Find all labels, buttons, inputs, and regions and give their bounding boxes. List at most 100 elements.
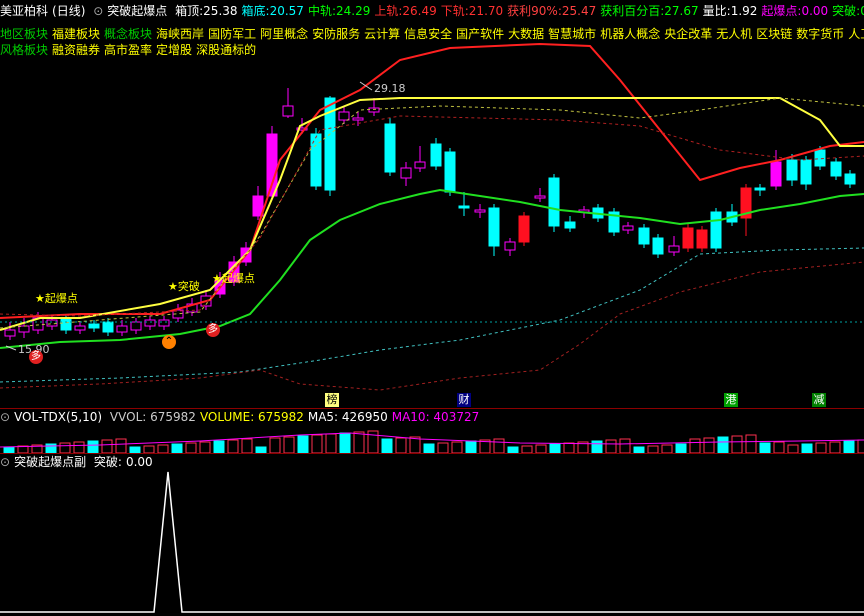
candle-body	[488, 207, 500, 247]
tupo-marker: ★突破	[168, 281, 200, 293]
volume-bar	[787, 444, 799, 453]
volume-bar	[647, 445, 659, 453]
candle-body	[830, 161, 842, 177]
candle-body	[282, 105, 294, 117]
volume-bar	[101, 439, 113, 453]
candle-body	[668, 245, 680, 253]
candle-body	[74, 325, 86, 331]
volume-chart[interactable]	[0, 425, 864, 453]
candle-body	[682, 227, 694, 249]
candle-body	[60, 317, 72, 331]
candle-body	[710, 211, 722, 249]
candle-body	[754, 187, 766, 191]
event-label-jian[interactable]: 减	[812, 393, 826, 407]
volume-bar	[185, 442, 197, 453]
volume-bar	[269, 437, 281, 453]
sub-indicator-name[interactable]: 突破起爆点副	[14, 455, 86, 469]
candle-body	[786, 159, 798, 181]
volume-bar	[745, 434, 757, 453]
candle-body	[338, 111, 350, 121]
candle-body	[844, 173, 856, 185]
candle-body	[458, 205, 470, 209]
candle-body	[474, 209, 486, 213]
volume-bar	[395, 437, 407, 453]
volume-bar	[437, 442, 449, 453]
candle-body	[548, 177, 560, 227]
volume-bar	[493, 438, 505, 453]
volume-bar	[773, 441, 785, 453]
volume-bar	[857, 439, 864, 453]
volume-bar	[801, 443, 813, 453]
volume-indicator-name[interactable]: VOL-TDX(5,10)	[14, 410, 102, 424]
volume-bar	[703, 437, 715, 453]
sub-panel-header: ⊙ 突破起爆点副 突破: 0.00	[0, 454, 864, 470]
volume-bar	[73, 441, 85, 453]
candle-body	[622, 225, 634, 231]
candle-body	[696, 229, 708, 249]
volume-field: VOLUME: 675982	[199, 410, 304, 424]
volume-bar	[59, 442, 71, 453]
candle-body	[384, 123, 396, 173]
volume-bar	[115, 438, 127, 453]
event-label-gang[interactable]: 港	[724, 393, 738, 407]
sub-toggle-icon[interactable]: ⊙	[0, 455, 10, 469]
candle-body	[400, 167, 412, 179]
sub-field-value: 0.00	[125, 455, 153, 469]
candle-body	[116, 325, 128, 333]
volume-bar	[605, 439, 617, 453]
volume-field: MA5: 426950	[307, 410, 388, 424]
volume-field: VVOL: 675982	[109, 410, 196, 424]
event-label-cai[interactable]: 财	[457, 393, 471, 407]
candle-body	[144, 319, 156, 327]
red-line	[0, 42, 864, 319]
candle-body	[564, 221, 576, 229]
candle-body	[652, 237, 664, 255]
candle-body	[4, 329, 16, 337]
qibao-marker-1: ★起爆点	[35, 293, 78, 305]
candle-body	[88, 323, 100, 329]
candle-body	[46, 319, 58, 327]
volume-bar	[241, 438, 253, 453]
candle-body	[430, 143, 442, 167]
event-label-bang[interactable]: 榜	[325, 393, 339, 407]
candle-body	[130, 321, 142, 331]
volume-bar	[87, 440, 99, 453]
volume-toggle-icon[interactable]: ⊙	[0, 410, 10, 424]
duo-badge-2: 多	[206, 323, 220, 337]
candle-body	[158, 319, 170, 327]
candle-body	[504, 241, 516, 251]
volume-bar	[619, 438, 631, 453]
volume-bar	[311, 434, 323, 453]
volume-bar	[521, 445, 533, 453]
volume-bar	[381, 438, 393, 453]
volume-bar	[661, 444, 673, 453]
volume-bar	[297, 435, 309, 453]
volume-bar	[689, 438, 701, 453]
volume-bar	[563, 442, 575, 453]
sub-chart[interactable]	[0, 470, 864, 616]
volume-bar	[535, 444, 547, 453]
volume-bar	[829, 441, 841, 453]
price-chart[interactable]: 29.1815.90	[0, 0, 864, 408]
volume-bar	[549, 443, 561, 453]
volume-bar	[731, 435, 743, 453]
volume-bar	[339, 432, 351, 453]
qibao-label-1: 起爆点	[44, 292, 78, 305]
candle-body	[444, 151, 456, 193]
volume-bar	[717, 436, 729, 453]
volume-bar	[451, 441, 463, 453]
candle-body	[814, 149, 826, 167]
volume-panel-header: ⊙ VOL-TDX(5,10) VVOL: 675982 VOLUME: 67598…	[0, 409, 864, 425]
volume-field: MA10: 403727	[391, 410, 480, 424]
candle-body	[414, 161, 426, 169]
tupo-label: 突破	[177, 280, 200, 293]
candle-body	[368, 107, 380, 113]
volume-bar	[325, 433, 337, 453]
high-price-label: 29.18	[374, 82, 406, 95]
candle-body	[102, 321, 114, 333]
volume-bar	[591, 440, 603, 453]
star-icon: ★	[168, 280, 178, 293]
volume-bar	[143, 445, 155, 453]
volume-bar	[465, 440, 477, 453]
candle-body	[518, 215, 530, 243]
